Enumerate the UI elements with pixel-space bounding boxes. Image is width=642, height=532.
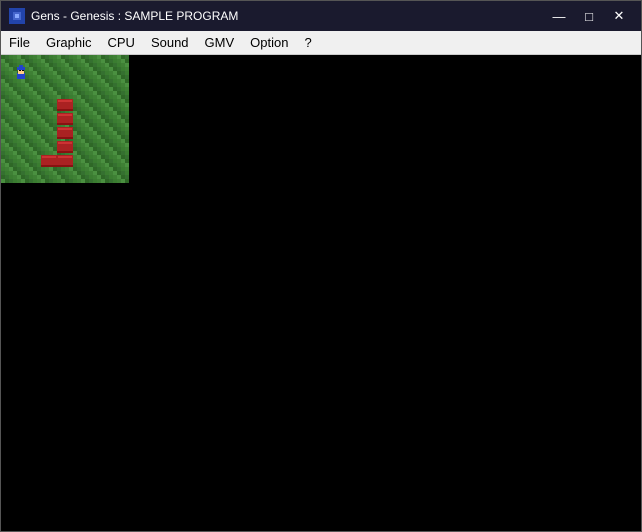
app-window: Gens - Genesis : SAMPLE PROGRAM — □ ✕ Fi… (0, 0, 642, 532)
close-button[interactable]: ✕ (605, 6, 633, 26)
menu-item-help[interactable]: ? (296, 31, 319, 54)
title-bar-left: Gens - Genesis : SAMPLE PROGRAM (9, 8, 238, 24)
menu-item-file[interactable]: File (1, 31, 38, 54)
game-area (1, 55, 129, 183)
black-fill-bottom (1, 183, 641, 531)
menu-item-gmv[interactable]: GMV (197, 31, 243, 54)
menu-item-graphic[interactable]: Graphic (38, 31, 100, 54)
menu-item-sound[interactable]: Sound (143, 31, 197, 54)
minimize-button[interactable]: — (545, 6, 573, 26)
menu-item-option[interactable]: Option (242, 31, 296, 54)
title-text: Gens - Genesis : SAMPLE PROGRAM (31, 9, 238, 23)
menu-bar: File Graphic CPU Sound GMV Option ? (1, 31, 641, 55)
menu-item-cpu[interactable]: CPU (99, 31, 142, 54)
title-bar: Gens - Genesis : SAMPLE PROGRAM — □ ✕ (1, 1, 641, 31)
app-icon (9, 8, 25, 24)
title-bar-controls: — □ ✕ (545, 6, 633, 26)
game-canvas (1, 55, 129, 183)
main-content (1, 55, 641, 531)
maximize-button[interactable]: □ (575, 6, 603, 26)
